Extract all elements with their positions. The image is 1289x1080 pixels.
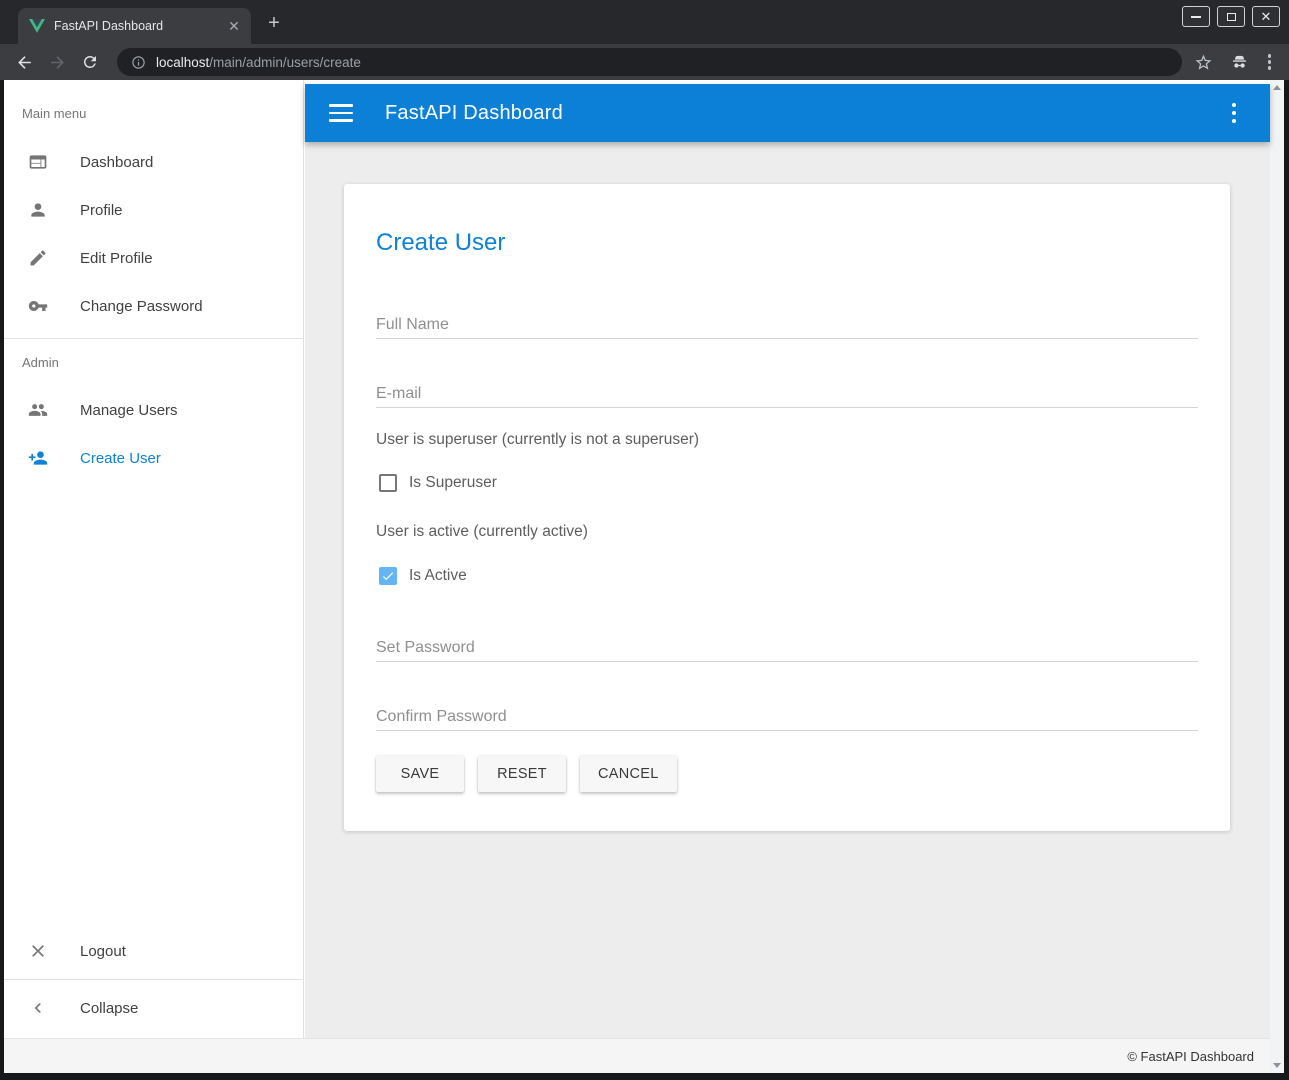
chevron-left-icon (28, 998, 48, 1018)
window-controls: ✕ (1182, 6, 1280, 27)
checkbox-unchecked-icon (379, 474, 397, 492)
sidebar-item-logout[interactable]: Logout (4, 927, 303, 975)
sidebar-item-label: Profile (80, 202, 123, 219)
confirm-password-input[interactable] (376, 704, 1198, 731)
tab-close-icon[interactable]: ✕ (225, 17, 243, 35)
is-active-checkbox[interactable]: Is Active (379, 567, 1198, 585)
incognito-icon (1229, 53, 1250, 72)
address-bar[interactable]: localhost/main/admin/users/create (117, 48, 1182, 76)
scroll-down-arrow-icon[interactable] (1273, 1063, 1281, 1068)
key-icon (28, 296, 48, 316)
sidebar-item-manage-users[interactable]: Manage Users (4, 386, 303, 434)
reload-icon (81, 53, 99, 71)
maximize-icon (1227, 13, 1236, 21)
sidebar-item-label: Edit Profile (80, 250, 153, 267)
sidebar-item-label: Dashboard (80, 154, 153, 171)
group-icon (28, 400, 48, 420)
back-icon (15, 53, 34, 72)
vue-logo-favicon (29, 19, 45, 33)
email-field (376, 381, 1198, 408)
sidebar-item-edit-profile[interactable]: Edit Profile (4, 234, 303, 282)
sidebar-item-change-password[interactable]: Change Password (4, 282, 303, 330)
main-area: FastAPI Dashboard Create User User is su… (305, 80, 1270, 1038)
maximize-button[interactable] (1217, 6, 1245, 27)
checkbox-label: Is Superuser (409, 474, 497, 492)
reset-button[interactable]: RESET (478, 756, 566, 792)
browser-tab[interactable]: FastAPI Dashboard ✕ (18, 8, 251, 44)
browser-window: FastAPI Dashboard ✕ + ✕ localhost/main/a… (0, 0, 1289, 1080)
footer-copyright: © FastAPI Dashboard (1127, 1049, 1254, 1064)
browser-menu-button[interactable] (1266, 52, 1274, 72)
sidebar-item-label: Manage Users (80, 402, 178, 419)
cancel-button[interactable]: CANCEL (580, 756, 677, 792)
scroll-up-arrow-icon[interactable] (1273, 85, 1281, 90)
url-text: localhost/main/admin/users/create (156, 55, 361, 70)
appbar: FastAPI Dashboard (305, 84, 1270, 142)
sidebar-item-collapse[interactable]: Collapse (4, 984, 303, 1032)
new-tab-icon: + (268, 12, 280, 35)
checkbox-checked-icon (379, 567, 397, 585)
edit-icon (28, 248, 48, 268)
full-name-input[interactable] (376, 312, 1198, 339)
sidebar-item-dashboard[interactable]: Dashboard (4, 138, 303, 186)
sidebar-item-label: Change Password (80, 298, 203, 315)
sidebar-item-label: Logout (80, 943, 126, 960)
set-password-input[interactable] (376, 635, 1198, 662)
sidebar-bottom: Logout Collapse (4, 927, 303, 1032)
browser-menu-kebab-icon (1268, 54, 1272, 58)
sidebar-section-admin: Admin (4, 355, 303, 370)
person-add-icon (28, 448, 48, 468)
sidebar-item-label: Collapse (80, 1000, 138, 1017)
minimize-icon (1191, 16, 1201, 18)
sidebar-item-label: Create User (80, 450, 161, 467)
content-area: Create User User is superuser (currently… (305, 142, 1270, 1038)
browser-titlebar: FastAPI Dashboard ✕ + ✕ (0, 0, 1289, 44)
minimize-button[interactable] (1182, 6, 1210, 27)
save-button[interactable]: SAVE (376, 756, 464, 792)
info-icon (131, 55, 146, 70)
sidebar-item-create-user[interactable]: Create User (4, 434, 303, 482)
form-buttons: SAVE RESET CANCEL (376, 756, 1198, 792)
appbar-title: FastAPI Dashboard (385, 102, 563, 125)
set-password-field (376, 635, 1198, 662)
is-superuser-checkbox[interactable]: Is Superuser (379, 474, 1198, 492)
sidebar-item-profile[interactable]: Profile (4, 186, 303, 234)
confirm-password-field (376, 704, 1198, 731)
close-button[interactable]: ✕ (1252, 6, 1280, 27)
close-icon: ✕ (1261, 10, 1272, 23)
page-title: Create User (376, 228, 1198, 258)
back-button[interactable] (12, 50, 36, 74)
app-footer: © FastAPI Dashboard (4, 1038, 1270, 1073)
menu-toggle-button[interactable] (329, 104, 353, 122)
sidebar-divider (4, 979, 303, 980)
incognito-badge (1229, 53, 1250, 72)
tab-title: FastAPI Dashboard (54, 19, 225, 33)
page: Main menu Dashboard Profile Edit Profile (4, 80, 1284, 1073)
sidebar-divider (4, 338, 303, 339)
dashboard-icon (28, 152, 48, 172)
create-user-card: Create User User is superuser (currently… (344, 184, 1230, 831)
close-icon (28, 941, 48, 961)
active-hint: User is active (currently active) (376, 523, 1198, 541)
full-name-field (376, 312, 1198, 339)
bookmark-star-button[interactable] (1194, 53, 1213, 72)
bookmark-star-icon (1194, 53, 1213, 72)
kebab-menu-icon (1232, 103, 1237, 108)
browser-toolbar: localhost/main/admin/users/create (0, 44, 1289, 80)
forward-button[interactable] (45, 50, 69, 74)
forward-icon (48, 53, 67, 72)
appbar-menu-button[interactable] (1228, 99, 1241, 128)
toolbar-right-icons (1194, 52, 1278, 72)
checkbox-label: Is Active (409, 567, 467, 585)
hamburger-icon (329, 104, 353, 107)
reload-button[interactable] (78, 50, 102, 74)
person-icon (28, 200, 48, 220)
new-tab-button[interactable]: + (262, 11, 286, 35)
superuser-hint: User is superuser (currently is not a su… (376, 431, 1198, 449)
page-scrollbar[interactable] (1270, 80, 1284, 1073)
sidebar-section-main-menu: Main menu (4, 106, 303, 121)
email-input[interactable] (376, 381, 1198, 408)
sidebar: Main menu Dashboard Profile Edit Profile (4, 80, 304, 1038)
